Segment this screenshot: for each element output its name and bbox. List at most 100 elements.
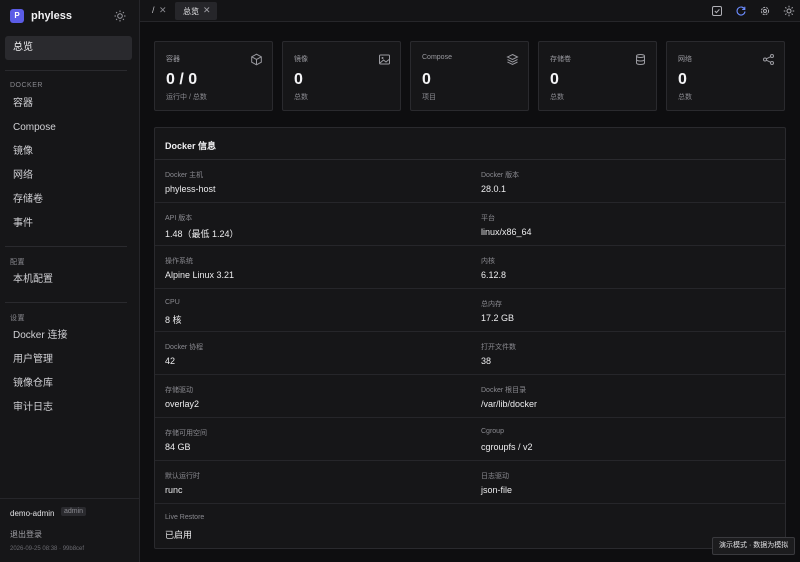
sidebar-item-registries[interactable]: 镜像仓库 <box>5 372 132 396</box>
info-key: 平台 <box>481 215 495 222</box>
user-block: demo-admin admin 退出登录 2026-09-25 08:38 ·… <box>0 498 140 562</box>
info-value: runc <box>165 485 183 495</box>
section-label-settings: 设置 <box>10 315 25 322</box>
stat-card-containers[interactable]: 容器 0 / 0 运行中 / 总数 <box>154 41 273 111</box>
stat-card-sub: 总数 <box>550 94 564 101</box>
info-row: 默认运行时 runc 日志驱动 json-file <box>155 461 785 504</box>
info-key: 存储可用空间 <box>165 430 207 437</box>
theme-toggle-icon[interactable] <box>113 9 127 23</box>
info-value: 28.0.1 <box>481 184 507 194</box>
sidebar-divider <box>5 246 127 247</box>
layers-icon <box>506 53 519 66</box>
stat-card-networks[interactable]: 网络 0 总数 <box>666 41 785 111</box>
docker-info-panel: Docker 信息 Docker 主机 phyless-host Docker 版… <box>154 127 786 549</box>
sidebar-divider <box>5 70 127 71</box>
info-key: Cgroup <box>481 428 504 435</box>
logout-link[interactable]: 退出登录 <box>10 529 42 540</box>
share-icon <box>762 53 775 66</box>
sidebar-item-audit-log[interactable]: 审计日志 <box>5 396 132 420</box>
sidebar-item-images[interactable]: 镜像 <box>5 140 132 164</box>
sidebar-item-networks[interactable]: 网络 <box>5 164 132 188</box>
checklist-icon[interactable] <box>711 5 723 17</box>
info-cell: Docker 主机 phyless-host <box>155 160 470 203</box>
settings-icon[interactable] <box>759 5 771 17</box>
info-row: Live Restore 已启用 <box>155 504 785 547</box>
stat-card-value: 0 <box>678 71 687 88</box>
stat-card-label: 网络 <box>678 56 692 63</box>
tab-root-label[interactable]: / <box>152 5 155 15</box>
info-cell: API 版本 1.48（最低 1.24） <box>155 203 470 246</box>
stat-card-sub: 总数 <box>294 94 308 101</box>
sidebar-item-volumes[interactable]: 存储卷 <box>5 188 132 212</box>
stat-card-images[interactable]: 镜像 0 总数 <box>282 41 401 111</box>
refresh-icon[interactable] <box>735 5 747 17</box>
info-key: 内核 <box>481 258 495 265</box>
tab-overview[interactable]: 总览 ✕ <box>175 2 217 20</box>
info-key: API 版本 <box>165 215 193 222</box>
info-value: json-file <box>481 485 513 495</box>
info-value: 已启用 <box>165 530 193 540</box>
info-cell: 存储可用空间 84 GB <box>155 418 470 461</box>
section-label-config: 配置 <box>10 259 25 266</box>
stat-card-value: 0 <box>550 71 559 88</box>
info-cell: 操作系统 Alpine Linux 3.21 <box>155 246 470 289</box>
info-key: 总内存 <box>481 301 502 308</box>
sidebar: P phyless 总览 DOCKER 容器 Compose 镜像 网络 存储卷… <box>0 0 140 562</box>
brand-name: phyless <box>31 10 72 22</box>
sidebar-item-compose[interactable]: Compose <box>5 116 132 140</box>
info-row: API 版本 1.48（最低 1.24） 平台 linux/x86_64 <box>155 203 785 246</box>
sidebar-item-containers[interactable]: 容器 <box>5 92 132 116</box>
stat-card-volumes[interactable]: 存储卷 0 总数 <box>538 41 657 111</box>
info-value: overlay2 <box>165 399 200 409</box>
info-cell: CPU 8 核 <box>155 289 470 332</box>
brand: P phyless <box>0 0 140 30</box>
info-key: Live Restore <box>165 514 205 521</box>
stat-card-label: 存储卷 <box>550 56 571 63</box>
info-value: 17.2 GB <box>481 313 515 323</box>
info-cell: 内核 6.12.8 <box>471 246 786 289</box>
info-value: 84 GB <box>165 442 191 452</box>
tab-root-close-icon[interactable]: ✕ <box>159 5 167 16</box>
panel-title: Docker 信息 <box>165 141 217 151</box>
info-cell: 打开文件数 38 <box>471 332 786 375</box>
stat-card-value: 0 / 0 <box>166 71 198 88</box>
info-value: cgroupfs / v2 <box>481 442 533 452</box>
sidebar-item-docker-connection[interactable]: Docker 连接 <box>5 324 132 348</box>
stat-card-label: 镜像 <box>294 56 308 63</box>
sidebar-item-local-config[interactable]: 本机配置 <box>5 268 132 292</box>
database-icon <box>634 53 647 66</box>
brand-logo: P <box>10 9 24 23</box>
info-value: 38 <box>481 356 492 366</box>
stat-card-sub: 项目 <box>422 94 436 101</box>
info-key: 存储驱动 <box>165 387 193 394</box>
info-key: Docker 主机 <box>165 172 204 179</box>
sidebar-item-overview[interactable]: 总览 <box>5 36 132 60</box>
info-value: phyless-host <box>165 184 216 194</box>
role-badge: admin <box>61 507 87 516</box>
brightness-icon[interactable] <box>783 5 795 17</box>
info-cell: Docker 协程 42 <box>155 332 470 375</box>
tab-overview-close-icon[interactable]: ✕ <box>203 5 211 16</box>
info-cell: 存储驱动 overlay2 <box>155 375 470 418</box>
sidebar-item-users[interactable]: 用户管理 <box>5 348 132 372</box>
info-cell: Docker 根目录/var/lib/docker <box>471 375 786 418</box>
stat-card-sub: 运行中 / 总数 <box>166 94 207 101</box>
info-cell: 默认运行时 runc <box>155 461 470 504</box>
info-key: 打开文件数 <box>481 344 516 351</box>
stat-card-label: Compose <box>422 54 452 61</box>
info-key: Docker 版本 <box>481 172 520 179</box>
info-value: 1.48（最低 1.24） <box>165 229 239 239</box>
info-cell: 日志驱动 json-file <box>471 461 786 504</box>
top-bar: / ✕ 总览 ✕ <box>140 0 800 22</box>
username: demo-admin <box>10 509 55 518</box>
info-key: CPU <box>165 299 180 306</box>
sidebar-divider <box>5 302 127 303</box>
info-value: 8 核 <box>165 315 182 325</box>
image-icon <box>378 53 391 66</box>
info-row: Docker 协程 42 打开文件数 38 <box>155 332 785 375</box>
info-key: 操作系统 <box>165 258 193 265</box>
stat-card-compose[interactable]: Compose 0 项目 <box>410 41 529 111</box>
sidebar-item-events[interactable]: 事件 <box>5 212 132 236</box>
info-key: 日志驱动 <box>481 473 509 480</box>
demo-mode-toast: 演示模式 · 数据为模拟 <box>712 537 796 555</box>
